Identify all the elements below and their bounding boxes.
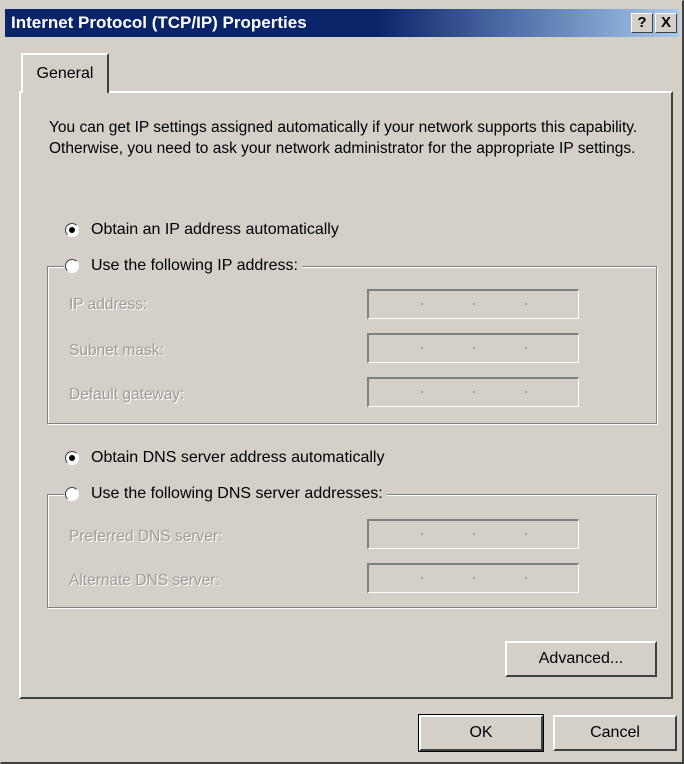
default-gateway-label: Default gateway: xyxy=(69,386,185,403)
dns-auto-radio[interactable]: Obtain DNS server address automatically xyxy=(65,447,389,469)
radio-selected-icon xyxy=(65,223,79,237)
dns-auto-label: Obtain DNS server address automatically xyxy=(91,449,385,466)
advanced-button[interactable]: Advanced... xyxy=(505,641,657,677)
tab-general[interactable]: General xyxy=(21,53,109,93)
ip-address-input xyxy=(367,289,579,319)
ip-manual-radio[interactable]: Use the following IP address: xyxy=(65,255,302,277)
dns-manual-radio[interactable]: Use the following DNS server addresses: xyxy=(65,483,387,505)
subnet-mask-label: Subnet mask: xyxy=(69,342,164,359)
cancel-button[interactable]: Cancel xyxy=(553,715,677,751)
window-title: Internet Protocol (TCP/IP) Properties xyxy=(11,13,307,32)
alternate-dns-input xyxy=(367,563,579,593)
ip-auto-label: Obtain an IP address automatically xyxy=(91,221,339,238)
title-bar[interactable]: Internet Protocol (TCP/IP) Properties xyxy=(5,9,679,37)
preferred-dns-input xyxy=(367,519,579,549)
help-button[interactable]: ? xyxy=(631,13,653,33)
ip-manual-label: Use the following IP address: xyxy=(91,257,298,274)
ok-button[interactable]: OK xyxy=(418,714,544,752)
tcpip-properties-dialog: Internet Protocol (TCP/IP) Properties ? … xyxy=(0,0,684,764)
intro-text: You can get IP settings assigned automat… xyxy=(49,119,638,157)
alternate-dns-label: Alternate DNS server: xyxy=(69,572,220,589)
ip-auto-radio[interactable]: Obtain an IP address automatically xyxy=(65,219,343,241)
preferred-dns-label: Preferred DNS server: xyxy=(69,528,223,545)
dns-manual-label: Use the following DNS server addresses: xyxy=(91,485,383,502)
ip-address-label: IP address: xyxy=(69,296,148,313)
default-gateway-input xyxy=(367,377,579,407)
close-button[interactable]: X xyxy=(655,13,677,33)
subnet-mask-input xyxy=(367,333,579,363)
radio-unselected-icon xyxy=(65,487,79,501)
radio-unselected-icon xyxy=(65,259,79,273)
radio-selected-icon xyxy=(65,451,79,465)
